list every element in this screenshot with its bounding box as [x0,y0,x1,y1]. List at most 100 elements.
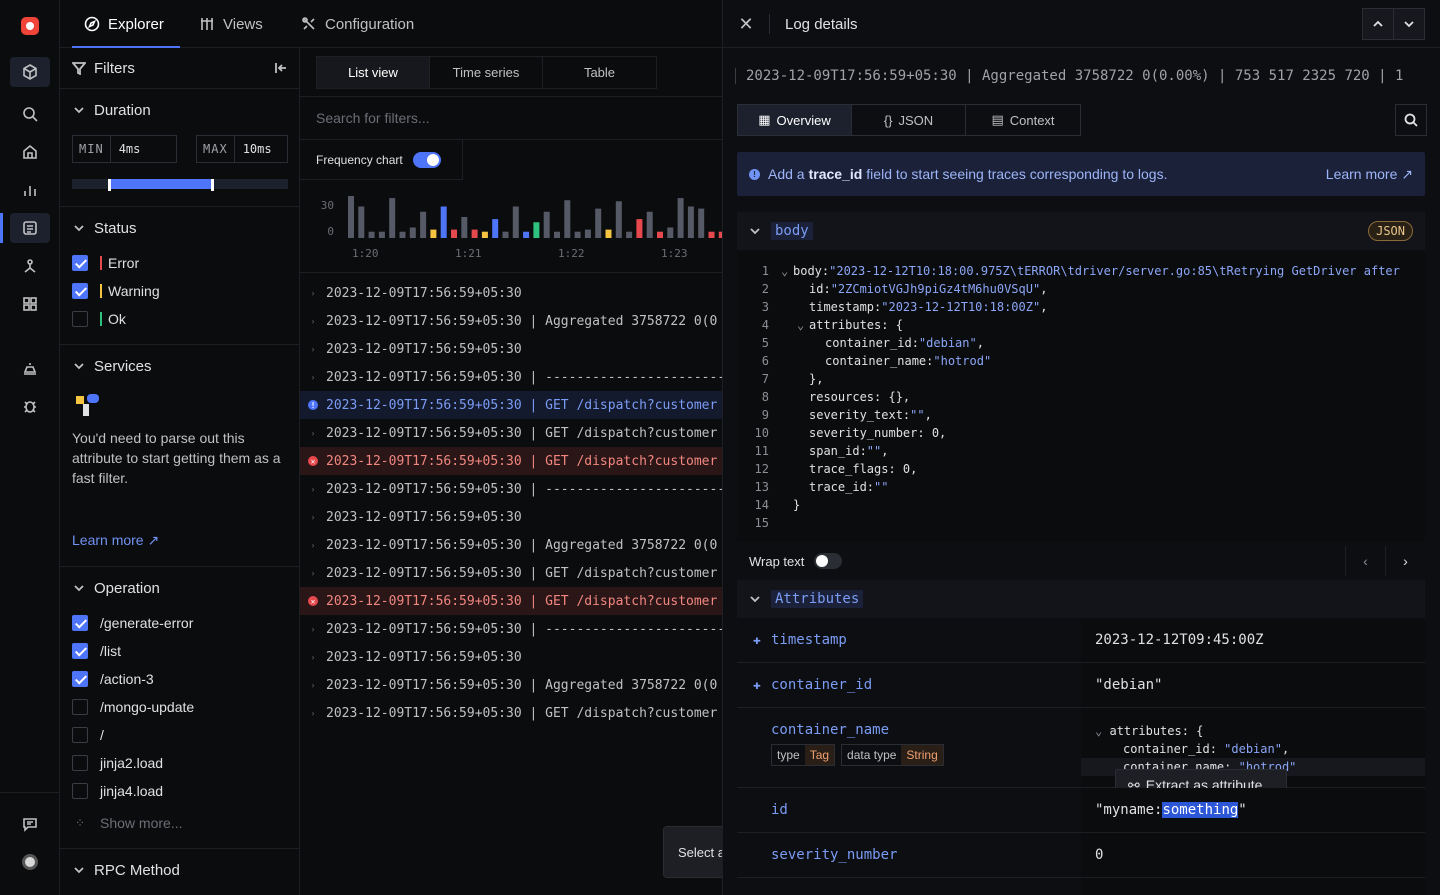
chart-bar[interactable] [698,208,705,238]
chevron-down-icon[interactable]: ⌄ [797,318,809,332]
status-header[interactable]: Status [60,208,300,248]
log-row[interactable]: › 2023-12-09T17:56:59+05:30 | Aggregated … [300,531,722,559]
checkbox[interactable] [72,699,88,715]
attribute-row-container-name[interactable]: container_name type Tag data type String… [737,708,1425,788]
chart-bar[interactable] [708,231,715,238]
pin-icon[interactable]: ✚ [753,633,761,648]
tab-explorer[interactable]: Explorer [72,0,180,48]
attributes-section-header[interactable]: Attributes [737,580,1425,618]
log-row[interactable]: › 2023-12-09T17:56:59+05:30 | -----------… [300,475,722,503]
chart-bar[interactable] [430,229,437,238]
chart-bar[interactable] [451,229,457,238]
chart-bar[interactable] [595,208,602,238]
chart-bar[interactable] [677,198,684,238]
slider-handle-max[interactable] [211,179,214,191]
logo-icon[interactable] [21,17,39,35]
previous-log-button[interactable] [1362,8,1394,40]
checkbox[interactable] [72,283,88,299]
chart-bar[interactable] [481,231,488,238]
status-filter-warning[interactable]: Warning [72,281,160,301]
chart-bar[interactable] [615,201,622,238]
log-row[interactable]: › 2023-12-09T17:56:59+05:30 | GET /dispat… [300,419,722,447]
chart-bar[interactable] [667,227,674,239]
operation-filter-item[interactable]: /action-3 [72,669,154,689]
chart-bar[interactable] [523,231,530,238]
tab-list-view[interactable]: List view [317,57,430,88]
checkbox[interactable] [72,783,88,799]
home-icon[interactable] [10,137,50,167]
log-row[interactable]: › 2023-12-09T17:56:59+05:30 | -----------… [300,615,722,643]
tab-time-series[interactable]: Time series [430,57,543,88]
collapse-panel-icon[interactable] [274,61,288,75]
tab-configuration[interactable]: Configuration [301,0,414,48]
wrap-text-toggle[interactable] [814,553,843,569]
bar-chart-icon[interactable] [10,175,50,205]
checkbox[interactable] [72,643,88,659]
chart-bar[interactable] [554,231,560,238]
operation-header[interactable]: Operation [60,568,300,608]
frequency-chart-toggle[interactable] [412,151,441,168]
duration-slider[interactable] [72,179,288,191]
operation-filter-item[interactable]: /list [72,641,121,661]
dashboard-icon[interactable] [10,289,50,319]
chart-bar[interactable] [646,211,653,238]
tab-overview[interactable]: ▦ Overview [738,105,852,135]
services-learn-more-link[interactable]: Learn more ↗ [72,532,159,549]
operation-filter-item[interactable]: /mongo-update [72,697,194,717]
chart-bar[interactable] [636,219,643,238]
chart-bar[interactable] [605,229,612,238]
duration-max-input[interactable]: MAX 10ms [196,135,288,163]
log-row[interactable]: › 2023-12-09T17:56:59+05:30 [300,279,722,307]
selected-text[interactable]: something [1162,802,1239,818]
chevron-left-icon[interactable]: ‹ [1345,546,1385,576]
chevron-right-icon[interactable]: › [1385,546,1425,576]
checkbox[interactable] [72,311,88,327]
log-row[interactable]: › 2023-12-09T17:56:59+05:30 | -----------… [300,363,722,391]
body-section-header[interactable]: body JSON [737,212,1425,250]
log-row[interactable]: › 2023-12-09T17:56:59+05:30 [300,503,722,531]
log-row[interactable]: › 2023-12-09T17:56:59+05:30 | Aggregated … [300,307,722,335]
chart-bar[interactable] [348,196,354,238]
chart-bar[interactable] [574,231,581,238]
chevron-down-icon[interactable]: ⌄ [781,264,793,278]
attribute-row-severity-number[interactable]: severity_number 0 [737,833,1425,878]
rpc-method-header[interactable]: RPC Method [60,850,300,890]
chart-bar[interactable] [378,231,385,238]
explorer-icon[interactable] [10,57,50,87]
pin-icon[interactable]: ✚ [753,678,761,693]
tab-json[interactable]: {} JSON [852,105,966,135]
chat-icon[interactable] [10,809,50,839]
chart-bar[interactable] [564,200,571,238]
status-filter-ok[interactable]: Ok [72,309,126,329]
log-row[interactable]: › 2023-12-09T17:56:59+05:30 | Aggregated … [300,671,722,699]
checkbox[interactable] [72,255,88,271]
log-row[interactable]: ✕ 2023-12-09T17:56:59+05:30 | GET /dispat… [300,447,722,475]
chart-bar[interactable] [389,198,396,238]
logs-icon[interactable] [10,213,50,243]
banner-learn-more-link[interactable]: Learn more ↗ [1326,166,1413,183]
status-filter-error[interactable]: Error [72,253,139,273]
chart-bar[interactable] [543,211,550,238]
attribute-row-timestamp[interactable]: ✚ timestamp 2023-12-12T09:45:00Z [737,618,1425,663]
attribute-row-id[interactable]: id "myname: something " [737,788,1425,833]
operation-filter-item[interactable]: jinja2.load [72,753,163,773]
operation-filter-item[interactable]: jinja4.load [72,781,163,801]
tab-table[interactable]: Table [543,57,656,88]
chart-bar[interactable] [440,206,447,239]
chart-bar[interactable] [502,231,509,238]
chart-bar[interactable] [399,231,406,238]
alerts-icon[interactable] [10,353,50,383]
chart-bar[interactable] [687,206,694,239]
search-icon[interactable] [10,99,50,129]
chart-bar[interactable] [512,206,519,239]
chart-bar[interactable] [584,229,591,238]
tab-views[interactable]: Views [199,0,263,48]
search-filters-input[interactable]: Search for filters... [300,96,722,140]
log-row[interactable]: › 2023-12-09T17:56:59+05:30 | GET /dispat… [300,559,722,587]
chart-bar[interactable] [409,227,416,239]
chart-bar[interactable] [368,231,375,238]
chart-bar[interactable] [461,217,468,238]
chart-bar[interactable] [358,206,365,239]
log-row[interactable]: › 2023-12-09T17:56:59+05:30 | GET /dispat… [300,699,722,727]
log-row[interactable]: ! 2023-12-09T17:56:59+05:30 | GET /dispat… [300,391,722,419]
